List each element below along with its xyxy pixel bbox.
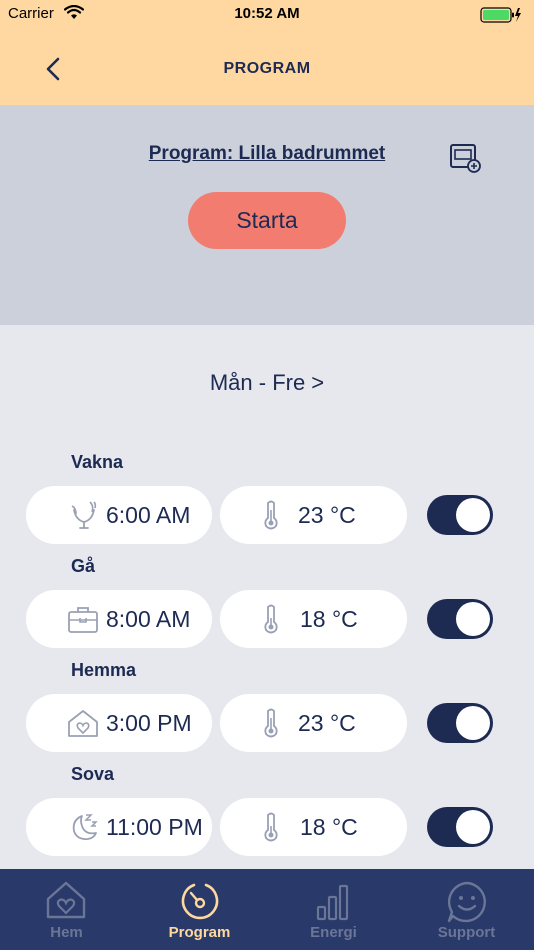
thermometer-icon [264,708,278,738]
period-label-ga: Gå [71,556,96,576]
toggle-sova[interactable] [427,807,493,847]
home-heart-icon [68,710,98,737]
briefcase-icon [68,607,98,633]
period-label-vakna: Vakna [71,452,124,472]
tab-bar: Hem Program Energi Support [0,869,534,950]
temp-pill-ga[interactable]: 18 °C [220,590,407,648]
tab-label: Support [437,924,496,941]
toggle-knob [456,602,490,636]
smile-chat-icon [447,881,486,923]
status-bar: Carrier 10:52 AM [0,0,534,30]
toggle-knob [456,498,490,532]
temp-pill-vakna[interactable]: 23 °C [220,486,407,544]
start-button[interactable]: Starta [188,192,346,249]
time-pill-hemma[interactable]: 3:00 PM [26,694,212,752]
thermostat-add-icon[interactable] [448,142,482,174]
moon-sleep-icon [72,814,98,840]
time-value: 6:00 AM [106,502,191,528]
tab-label: Energi [310,924,357,941]
tab-program[interactable]: Program [133,869,266,950]
status-time: 10:52 AM [234,5,300,22]
time-pill-ga[interactable]: 8:00 AM [26,590,212,648]
home-heart-icon [46,881,86,919]
toggle-knob [456,706,490,740]
time-pill-vakna[interactable]: 6:00 AM [26,486,212,544]
tab-hem[interactable]: Hem [0,869,133,950]
period-label-sova: Sova [71,764,115,784]
time-value: 8:00 AM [106,606,191,632]
page-title: PROGRAM [223,60,311,77]
time-value: 3:00 PM [106,710,192,736]
program-header-section: Program: Lilla badrummet Starta [0,105,534,325]
time-pill-sova[interactable]: 11:00 PM [26,798,212,856]
temp-value: 18 °C [300,814,358,840]
dial-icon [181,883,219,920]
battery-icon [480,7,521,23]
tab-label: Program [168,924,231,941]
nav-bar: PROGRAM [0,30,534,105]
toggle-knob [456,810,490,844]
tab-energi[interactable]: Energi [267,869,400,950]
temp-value: 23 °C [298,710,356,736]
temp-pill-sova[interactable]: 18 °C [220,798,407,856]
time-value: 11:00 PM [106,814,203,840]
tab-support[interactable]: Support [400,869,533,950]
bar-chart-icon [316,884,349,921]
temp-pill-hemma[interactable]: 23 °C [220,694,407,752]
thermometer-icon [264,604,278,634]
rooster-icon [71,501,97,529]
toggle-hemma[interactable] [427,703,493,743]
thermometer-icon [264,500,278,530]
period-label-hemma: Hemma [71,660,137,680]
thermometer-icon [264,812,278,842]
tab-label: Hem [50,924,83,941]
toggle-vakna[interactable] [427,495,493,535]
temp-value: 18 °C [300,606,358,632]
day-range-selector[interactable]: Mån - Fre > [0,370,534,396]
temp-value: 23 °C [298,502,356,528]
toggle-ga[interactable] [427,599,493,639]
